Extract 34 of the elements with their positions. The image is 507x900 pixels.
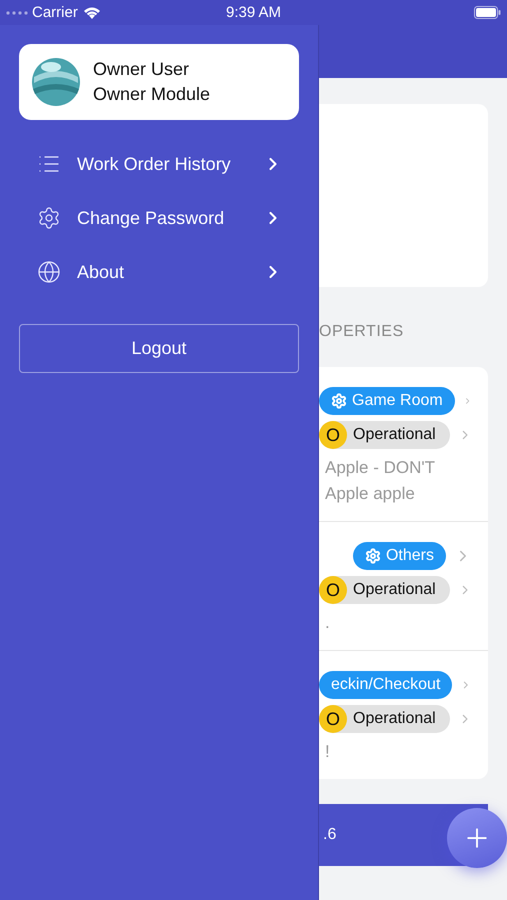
carrier-label: Carrier xyxy=(32,4,78,21)
menu-item-label: About xyxy=(77,262,126,282)
globe-icon xyxy=(37,260,61,284)
status-letter: O xyxy=(319,576,347,604)
menu-item[interactable]: About xyxy=(19,245,299,299)
user-name: Owner User xyxy=(93,59,190,80)
status-tag: O Operational xyxy=(319,421,450,449)
menu-item-label: Work Order History xyxy=(77,154,232,174)
user-card[interactable]: Owner User Owner Module xyxy=(19,44,299,120)
settings-icon xyxy=(37,206,61,230)
menu-item[interactable]: Change Password xyxy=(19,191,299,245)
description-line: . xyxy=(324,612,331,634)
category-tag: Others xyxy=(352,542,446,570)
version-text: .6 xyxy=(323,826,336,844)
status-letter: O xyxy=(319,705,347,733)
add-button[interactable] xyxy=(447,808,507,868)
logout-button[interactable]: Logout xyxy=(19,324,299,373)
user-module: Owner Module xyxy=(93,84,210,105)
status-tag: O Operational xyxy=(319,576,450,604)
menu-item[interactable]: Work Order History xyxy=(19,137,299,191)
description-line: Apple - DON'T xyxy=(324,457,436,479)
category-tag: Game Room xyxy=(319,387,455,415)
signal-icon xyxy=(6,10,28,14)
description-line: ! xyxy=(324,741,331,763)
description-line: Apple apple xyxy=(324,483,416,505)
wifi-icon xyxy=(82,6,101,20)
status-time: 9:39 AM xyxy=(226,4,282,21)
battery-icon xyxy=(474,6,501,19)
status-tag: O Operational xyxy=(319,705,450,733)
menu-item-label: Change Password xyxy=(77,208,226,228)
section-heading: OPERTIES xyxy=(319,323,405,341)
status-letter: O xyxy=(319,421,347,449)
avatar-globe-icon xyxy=(31,57,81,107)
category-tag: eckin/Checkout xyxy=(319,671,452,699)
